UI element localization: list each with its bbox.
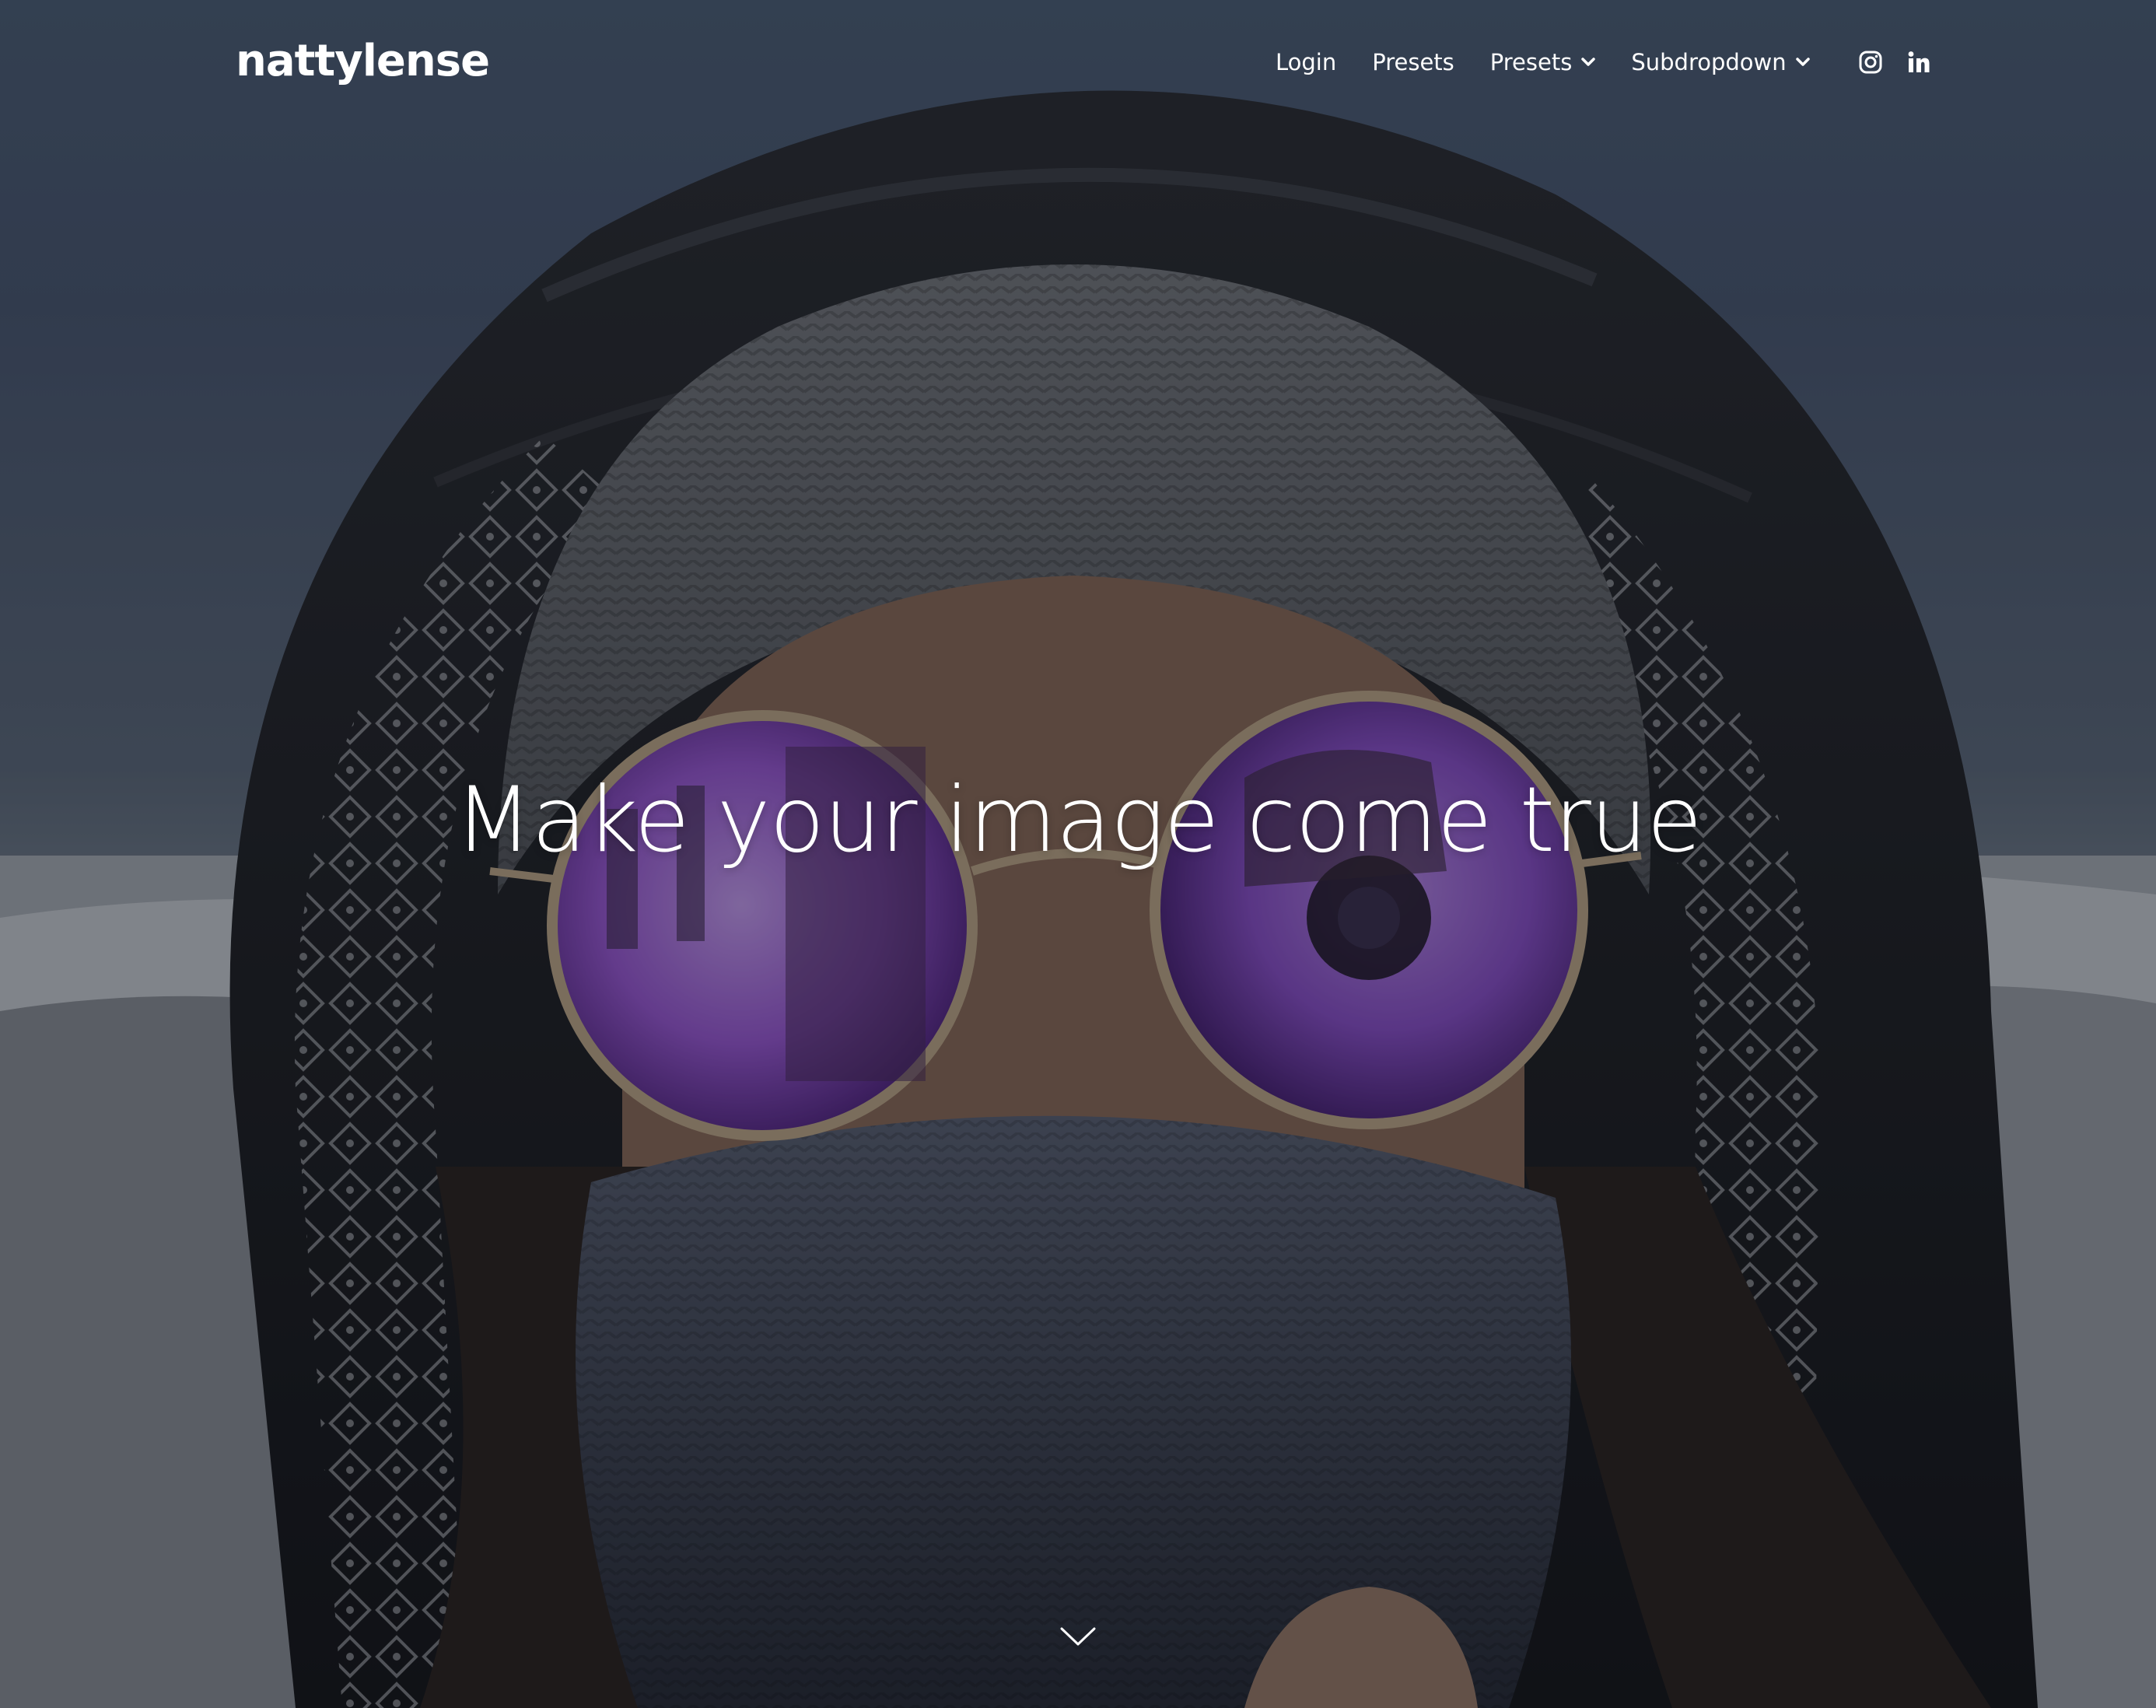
main-nav: Login Presets Presets Subdropdown [1276,40,1953,84]
nav-item-label: Subdropdown [1631,49,1787,75]
nav-item-label: Presets [1489,49,1573,75]
social-links [1857,48,1953,76]
chevron-down-icon[interactable] [1059,1624,1097,1649]
hero-section: nattylense Login Presets Presets Subdrop… [0,0,2156,1708]
instagram-link[interactable] [1857,48,1885,76]
hero-headline: Make your image come true [454,768,1702,873]
nav-item-presets[interactable]: Presets [1372,40,1454,84]
brand-logo[interactable]: nattylense [236,34,490,89]
nav-item-login[interactable]: Login [1276,40,1336,84]
linkedin-icon [1908,51,1930,72]
site-header: nattylense Login Presets Presets Subdrop… [0,0,2156,124]
chevron-down-icon [1581,58,1596,66]
linkedin-link[interactable] [1905,48,1933,76]
nav-item-label: Presets [1372,49,1454,75]
nav-item-subdropdown[interactable]: Subdropdown [1631,40,1810,84]
instagram-icon [1859,51,1882,74]
nav-item-label: Login [1276,49,1337,75]
chevron-down-icon [1795,58,1810,66]
nav-item-presets-dropdown[interactable]: Presets [1490,40,1596,84]
